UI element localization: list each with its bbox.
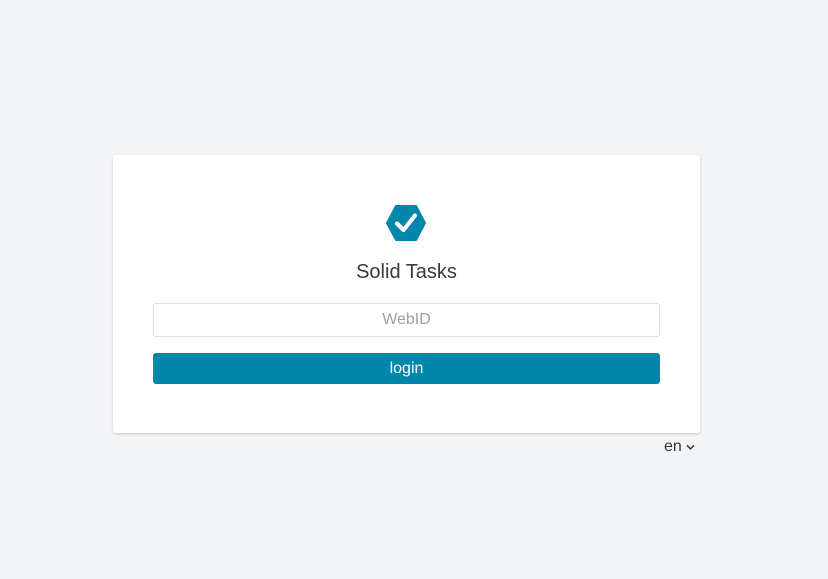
- login-card: Solid Tasks login: [113, 155, 700, 433]
- app-title: Solid Tasks: [356, 261, 457, 283]
- language-label: en: [664, 438, 682, 455]
- hexagon-check-icon: [386, 205, 426, 241]
- login-button[interactable]: login: [153, 353, 660, 384]
- chevron-down-icon: [686, 444, 695, 450]
- webid-input[interactable]: [153, 303, 660, 337]
- language-selector[interactable]: en: [664, 437, 695, 457]
